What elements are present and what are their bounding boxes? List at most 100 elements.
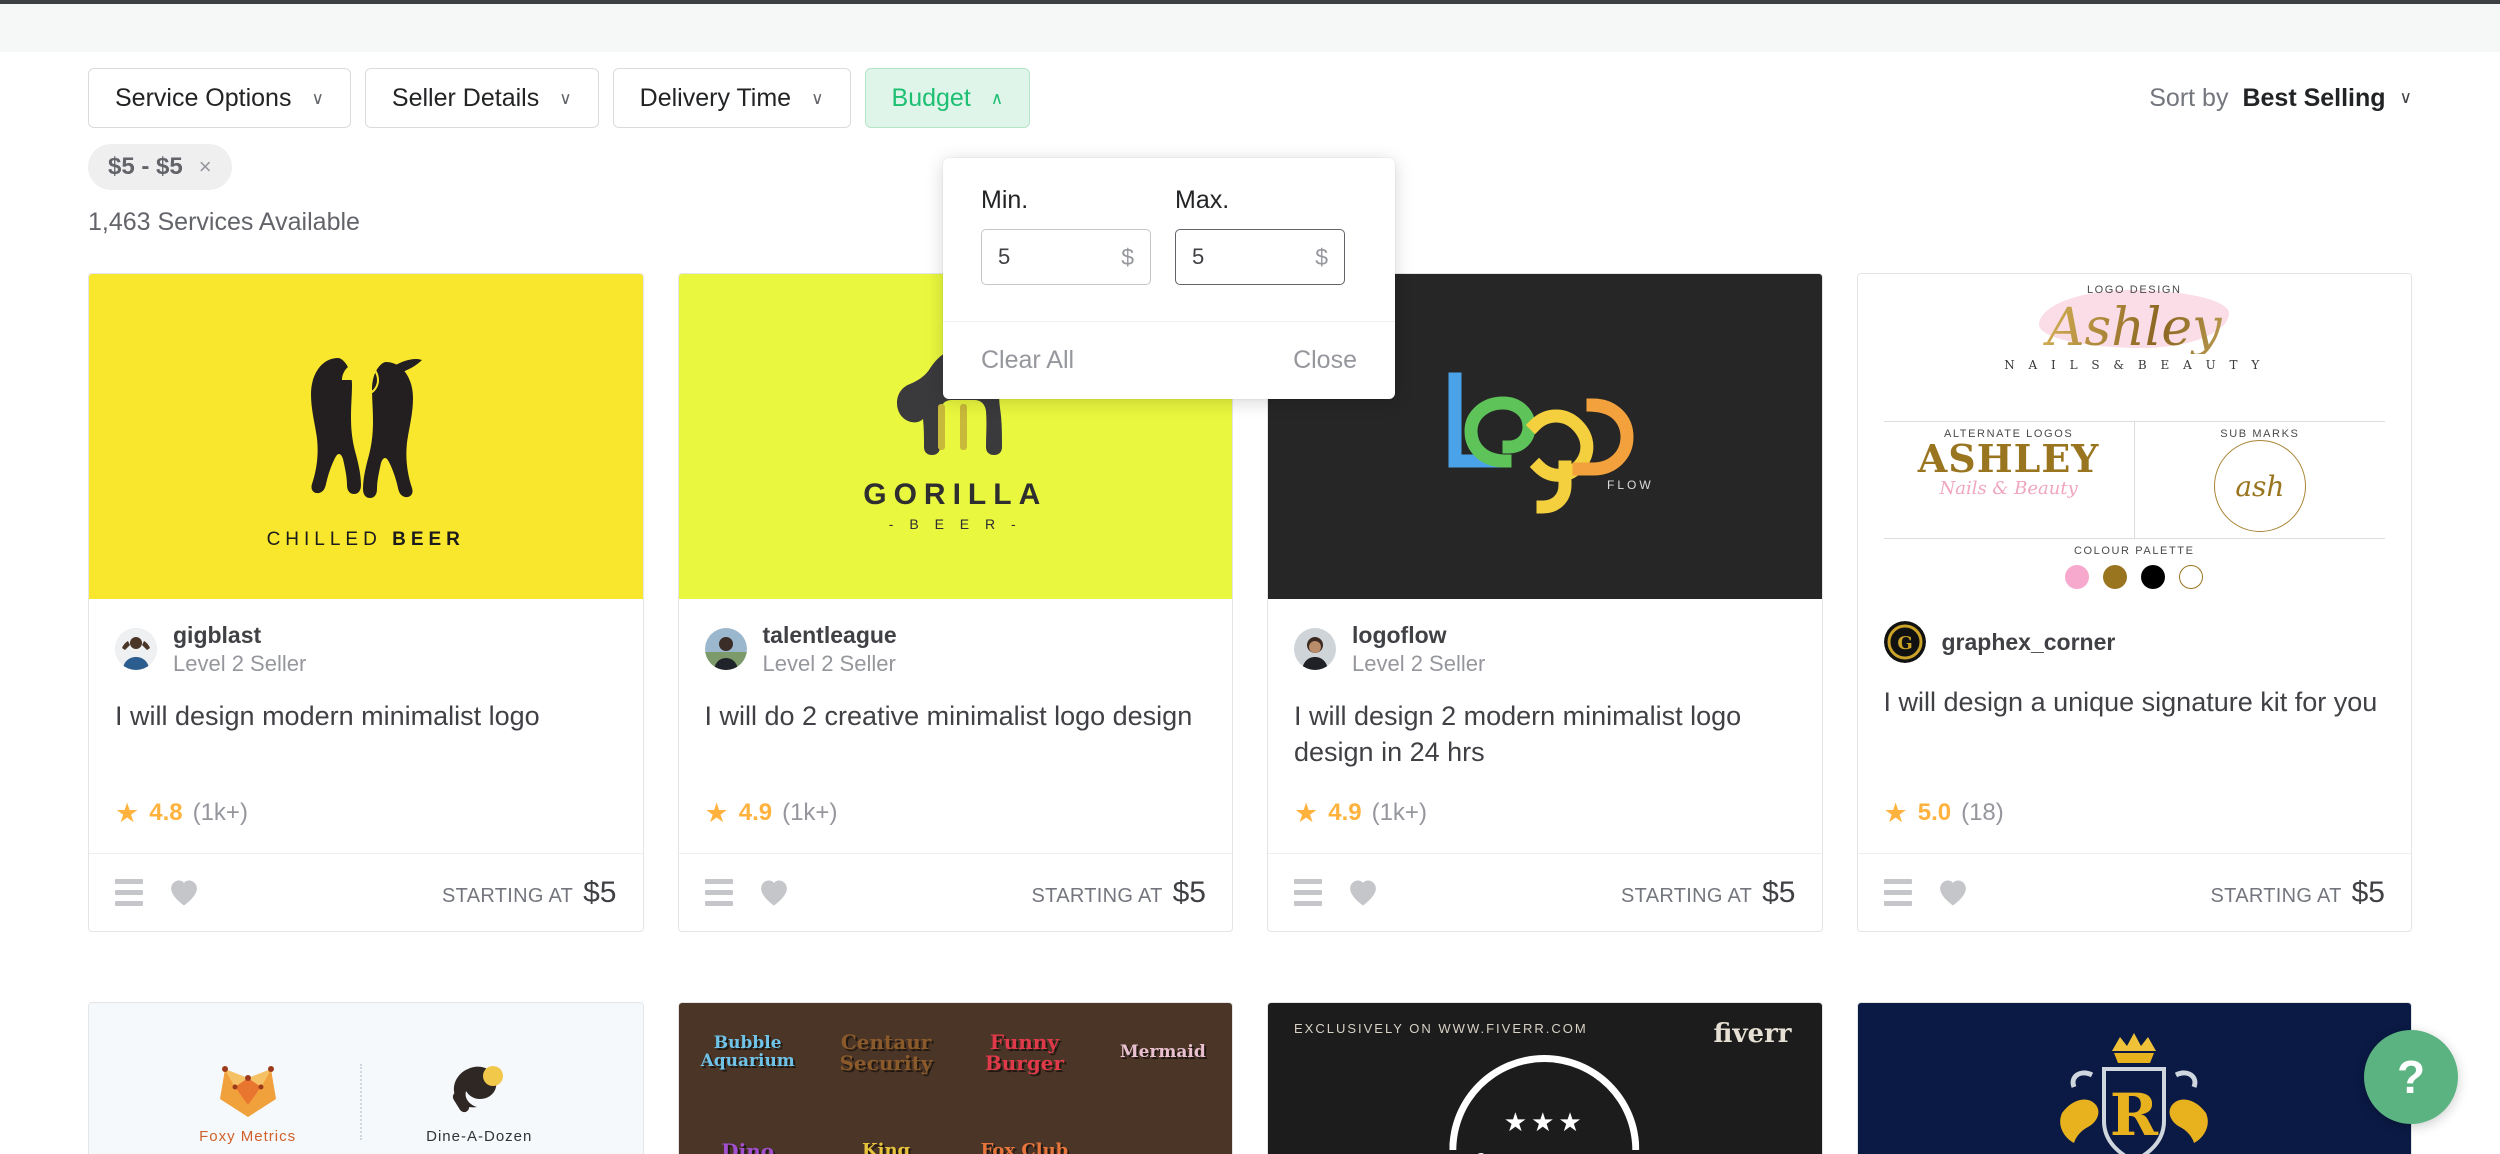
rating-score: 4.8 [149, 799, 183, 827]
gig-card[interactable]: Foxy Metrics Dine-A-Dozen [88, 1002, 644, 1154]
gig-thumbnail[interactable]: R [1857, 1003, 2411, 1154]
mascot-tile [1094, 1102, 1232, 1154]
mascot-tile: King [861, 1140, 911, 1154]
palette-swatch [2103, 565, 2128, 589]
gig-card[interactable]: Bubble Aquarium Centaur Security Funny B… [677, 1002, 1233, 1154]
gig-card-body: talentleague Level 2 Seller I will do 2 … [679, 599, 1233, 853]
collections-icon[interactable] [1294, 879, 1322, 907]
seller-info[interactable]: gigblast Level 2 Seller [115, 621, 617, 677]
gig-card-actions [1883, 879, 1968, 907]
artwork-chilled-beer: CHILLED BEER [89, 274, 643, 599]
help-button[interactable]: ? [2364, 1030, 2458, 1124]
budget-max-input-wrap[interactable]: $ [1175, 229, 1345, 285]
gig-price: STARTING AT $5 [1621, 876, 1795, 910]
gig-grid-row-2: Foxy Metrics Dine-A-Dozen Bubble Aquariu… [0, 966, 2500, 1154]
seller-level: Level 2 Seller [1352, 650, 1486, 676]
seller-meta: logoflow Level 2 Seller [1352, 621, 1485, 677]
filter-chip-price-range[interactable]: $5 - $5 × [88, 144, 232, 190]
close-button[interactable]: Close [1293, 346, 1357, 375]
sort-by-control[interactable]: Sort by Best Selling ∨ [2149, 84, 2412, 113]
filter-seller-details[interactable]: Seller Details ∨ [364, 68, 599, 128]
artwork-foxy-metrics: Foxy Metrics Dine-A-Dozen [89, 1003, 643, 1154]
gig-price: STARTING AT $5 [442, 876, 616, 910]
gig-card[interactable]: EXCLUSIVELY ON WWW.FIVERR.COM fiverr ★★★… [1267, 1002, 1823, 1154]
seller-name: graphex_corner [1941, 628, 2116, 655]
gig-card-actions [1294, 879, 1378, 907]
arc-shape: ★★★ [1449, 1055, 1640, 1151]
gig-card[interactable]: CHILLED BEER gigblast Level 2 Seller I w… [88, 273, 644, 933]
price-label: STARTING AT [1621, 884, 1753, 907]
gig-price: STARTING AT $5 [2211, 876, 2385, 910]
gig-card[interactable]: R [1856, 1002, 2412, 1154]
budget-max-input[interactable] [1192, 244, 1316, 270]
star-icon: ★ [1883, 797, 1908, 828]
mascot-tile: Centaur Security [839, 1029, 933, 1075]
chevron-down-icon: ∨ [559, 88, 572, 108]
gig-thumbnail[interactable]: CHILLED BEER [89, 274, 643, 599]
price-label: STARTING AT [2210, 884, 2342, 907]
page-root: Service Options ∨ Seller Details ∨ Deliv… [0, 0, 2500, 1154]
artwork-caption: CHILLED BEER [266, 529, 465, 550]
artwork-caption-logo-design: LOGO DESIGN [2086, 284, 2182, 296]
price-amount: $5 [1762, 875, 1796, 909]
clear-all-button[interactable]: Clear All [981, 346, 1074, 375]
seller-name: logoflow [1352, 622, 1447, 648]
artwork-alt-tagline: Nails & Beauty [1939, 478, 2078, 499]
star-icon: ★ [115, 797, 140, 828]
svg-text:R: R [2110, 1081, 2159, 1149]
seller-info[interactable]: G graphex_corner [1883, 621, 2386, 663]
artwork-badge: ★★★ Vintage [1424, 1055, 1665, 1154]
collections-icon[interactable] [115, 879, 143, 907]
seller-info[interactable]: talentleague Level 2 Seller [704, 621, 1207, 677]
gig-thumbnail[interactable]: LOGO DESIGN Ashley N A I L S & B E A U T… [1857, 274, 2411, 599]
artwork-monogram: ash [2235, 469, 2285, 503]
gig-title[interactable]: I will design 2 modern minimalist logo d… [1294, 699, 1796, 771]
price-label: STARTING AT [442, 884, 574, 907]
collections-icon[interactable] [1883, 879, 1912, 907]
seller-meta: graphex_corner [1942, 628, 2116, 657]
seller-name: gigblast [173, 622, 262, 648]
avatar [1294, 628, 1336, 671]
currency-icon: $ [1121, 243, 1134, 270]
gig-card-footer: STARTING AT $5 [1857, 853, 2411, 931]
filter-budget[interactable]: Budget ∧ [864, 68, 1031, 128]
gig-title[interactable]: I will design modern minimalist logo [115, 699, 617, 771]
filter-service-options[interactable]: Service Options ∨ [88, 68, 351, 128]
gig-title[interactable]: I will design a unique signature kit for… [1884, 685, 2386, 757]
sort-by-value: Best Selling [2242, 83, 2386, 112]
chevron-down-icon: ∨ [811, 88, 824, 108]
gig-title[interactable]: I will do 2 creative minimalist logo des… [705, 699, 1207, 771]
mascot-tile: Fox Club [980, 1140, 1069, 1154]
seller-info[interactable]: logoflow Level 2 Seller [1294, 621, 1796, 677]
seller-level: Level 2 Seller [762, 650, 896, 676]
avatar: G [1883, 621, 1926, 663]
gig-price: STARTING AT $5 [1032, 876, 1206, 910]
gig-thumbnail[interactable]: Bubble Aquarium Centaur Security Funny B… [678, 1003, 1232, 1154]
gig-card-actions [115, 879, 199, 907]
budget-popover: Min. $ Max. $ Clear All Close [943, 158, 1395, 399]
heart-icon[interactable] [169, 879, 199, 907]
gig-thumbnail[interactable]: EXCLUSIVELY ON WWW.FIVERR.COM fiverr ★★★… [1268, 1003, 1822, 1154]
filter-service-options-label: Service Options [115, 83, 292, 112]
price-amount: $5 [583, 875, 617, 909]
filter-button-group: Service Options ∨ Seller Details ∨ Deliv… [88, 68, 1031, 128]
heart-icon[interactable] [759, 879, 789, 907]
heart-icon[interactable] [1348, 879, 1378, 907]
gig-card[interactable]: LOGO DESIGN Ashley N A I L S & B E A U T… [1856, 273, 2412, 933]
seller-meta: talentleague Level 2 Seller [763, 621, 897, 677]
penguin-illustration [310, 358, 422, 498]
budget-popover-footer: Clear All Close [943, 321, 1395, 399]
filter-delivery-time[interactable]: Delivery Time ∨ [612, 68, 851, 128]
close-icon[interactable]: × [199, 154, 212, 180]
heart-icon[interactable] [1938, 879, 1968, 907]
budget-min-input-wrap[interactable]: $ [981, 229, 1151, 285]
collections-icon[interactable] [704, 879, 733, 907]
gig-rating: ★ 4.8 (1k+) [115, 771, 617, 853]
rating-count: (1k+) [1371, 799, 1427, 827]
artwork-caption-submarks: SUB MARKS [2220, 428, 2300, 440]
mascot-tile: Bubble Aquarium [700, 1032, 795, 1071]
artwork-caption-palette: COLOUR PALETTE [2073, 545, 2195, 557]
gig-card-body: logoflow Level 2 Seller I will design 2 … [1268, 599, 1822, 853]
gig-thumbnail[interactable]: Foxy Metrics Dine-A-Dozen [89, 1003, 643, 1154]
budget-min-input[interactable] [998, 244, 1122, 270]
